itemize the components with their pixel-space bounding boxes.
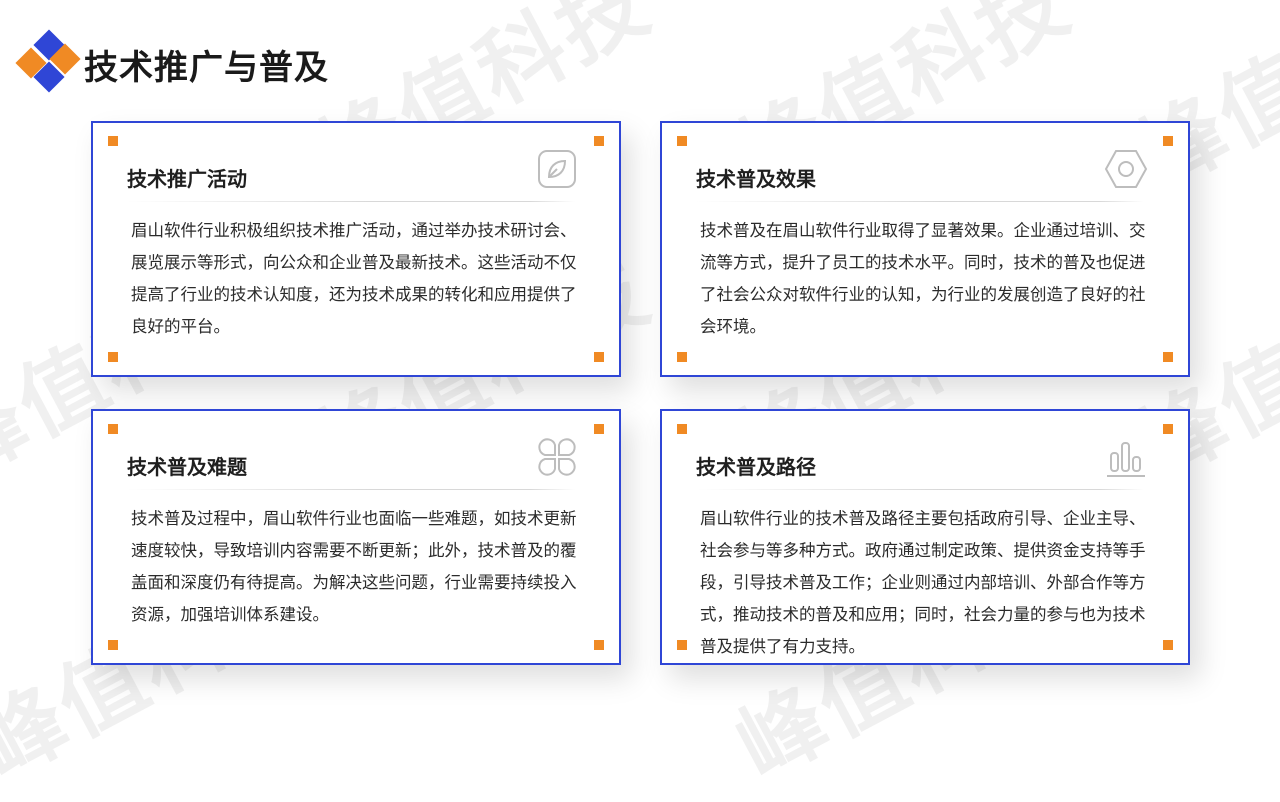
card-popularization-challenges: 技术普及难题 技术普及过程中，眉山软件行业也面临一些难题，如技术更新速度较快，导… [91, 409, 621, 665]
bar-chart-icon [1107, 442, 1145, 477]
corner-marker [108, 352, 118, 362]
corner-marker [677, 424, 687, 434]
corner-marker [1163, 352, 1173, 362]
card-body: 技术普及在眉山软件行业取得了显著效果。企业通过培训、交流等方式，提升了员工的技术… [700, 221, 1146, 336]
card-promotion-activities: 技术推广活动 眉山软件行业积极组织技术推广活动，通过举办技术研讨会、展览展示等形… [91, 121, 621, 377]
corner-marker [108, 424, 118, 434]
corner-marker [677, 352, 687, 362]
card-title: 技术普及路径 [696, 455, 816, 479]
hexagon-nut-icon [1104, 150, 1148, 188]
card-body: 眉山软件行业积极组织技术推广活动，通过举办技术研讨会、展览展示等形式，向公众和企… [131, 221, 577, 336]
card-popularization-paths: 技术普及路径 眉山软件行业的技术普及路径主要包括政府引导、企业主导、社会参与等多… [660, 409, 1190, 665]
corner-marker [594, 136, 604, 146]
card-title: 技术普及效果 [696, 167, 816, 191]
logo [15, 29, 82, 94]
title-divider [127, 489, 575, 490]
corner-marker [677, 640, 687, 650]
title-divider [696, 201, 1144, 202]
corner-marker [1163, 136, 1173, 146]
title-divider [127, 201, 575, 202]
card-title: 技术推广活动 [127, 167, 247, 191]
corner-marker [594, 640, 604, 650]
title-divider [696, 489, 1144, 490]
corner-marker [108, 136, 118, 146]
card-title: 技术普及难题 [127, 455, 247, 479]
corner-marker [108, 640, 118, 650]
four-petal-icon [538, 438, 576, 476]
corner-marker [1163, 424, 1173, 434]
card-body: 技术普及过程中，眉山软件行业也面临一些难题，如技术更新速度较快，导致培训内容需要… [131, 509, 577, 624]
corner-marker [677, 136, 687, 146]
corner-marker [594, 424, 604, 434]
page-title: 技术推广与普及 [84, 48, 329, 88]
card-popularization-effect: 技术普及效果 技术普及在眉山软件行业取得了显著效果。企业通过培训、交流等方式，提… [660, 121, 1190, 377]
corner-marker [594, 352, 604, 362]
corner-marker [1163, 640, 1173, 650]
card-body: 眉山软件行业的技术普及路径主要包括政府引导、企业主导、社会参与等多种方式。政府通… [700, 509, 1146, 656]
leaf-icon [538, 150, 576, 188]
